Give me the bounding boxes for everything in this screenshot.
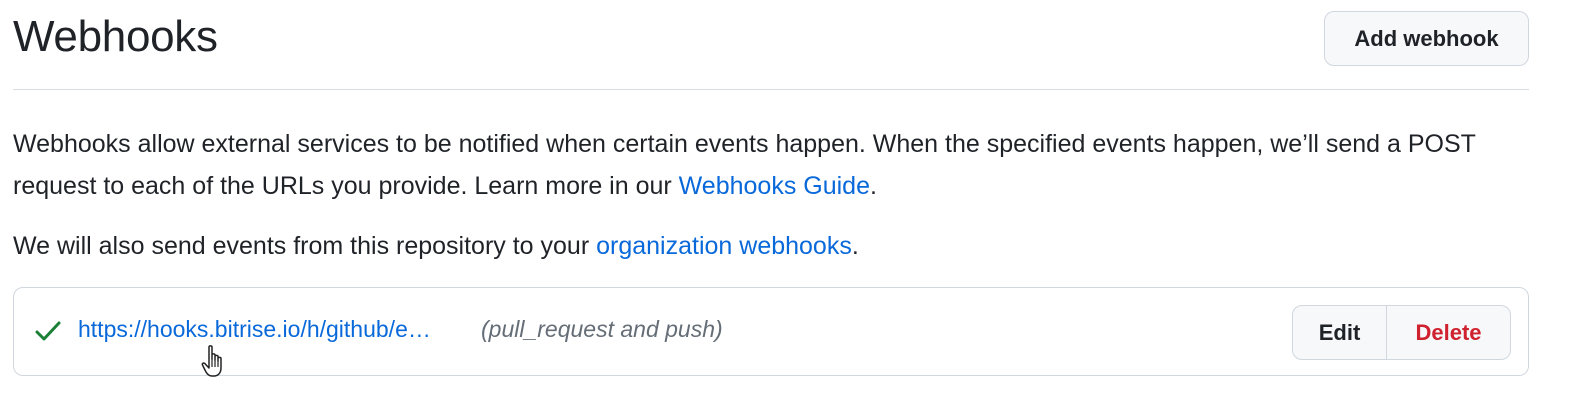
hand-cursor-icon bbox=[200, 344, 230, 380]
page-header: Webhooks Add webhook bbox=[13, 0, 1529, 90]
webhook-list-item: https://hooks.bitrise.io/h/github/e… (pu… bbox=[13, 287, 1529, 376]
webhook-url-link[interactable]: https://hooks.bitrise.io/h/github/e… bbox=[78, 316, 431, 343]
description-period: . bbox=[869, 172, 877, 200]
webhooks-page: Webhooks Add webhook Webhooks allow exte… bbox=[13, 0, 1529, 376]
edit-webhook-button[interactable]: Edit bbox=[1292, 305, 1387, 360]
organization-webhooks-link[interactable]: organization webhooks bbox=[596, 232, 852, 260]
webhooks-guide-link[interactable]: Webhooks Guide bbox=[679, 172, 870, 200]
webhooks-description: Webhooks allow external services to be n… bbox=[13, 123, 1529, 207]
delete-webhook-button[interactable]: Delete bbox=[1387, 305, 1511, 360]
organization-webhooks-note: We will also send events from this repos… bbox=[13, 225, 859, 267]
add-webhook-button[interactable]: Add webhook bbox=[1324, 11, 1529, 66]
org-note-period: . bbox=[851, 232, 859, 260]
check-icon bbox=[34, 319, 62, 343]
webhook-events: (pull_request and push) bbox=[481, 316, 723, 342]
webhook-actions: Edit Delete bbox=[1292, 305, 1511, 360]
page-title: Webhooks bbox=[13, 12, 218, 61]
org-note-text: We will also send events from this repos… bbox=[13, 232, 597, 260]
